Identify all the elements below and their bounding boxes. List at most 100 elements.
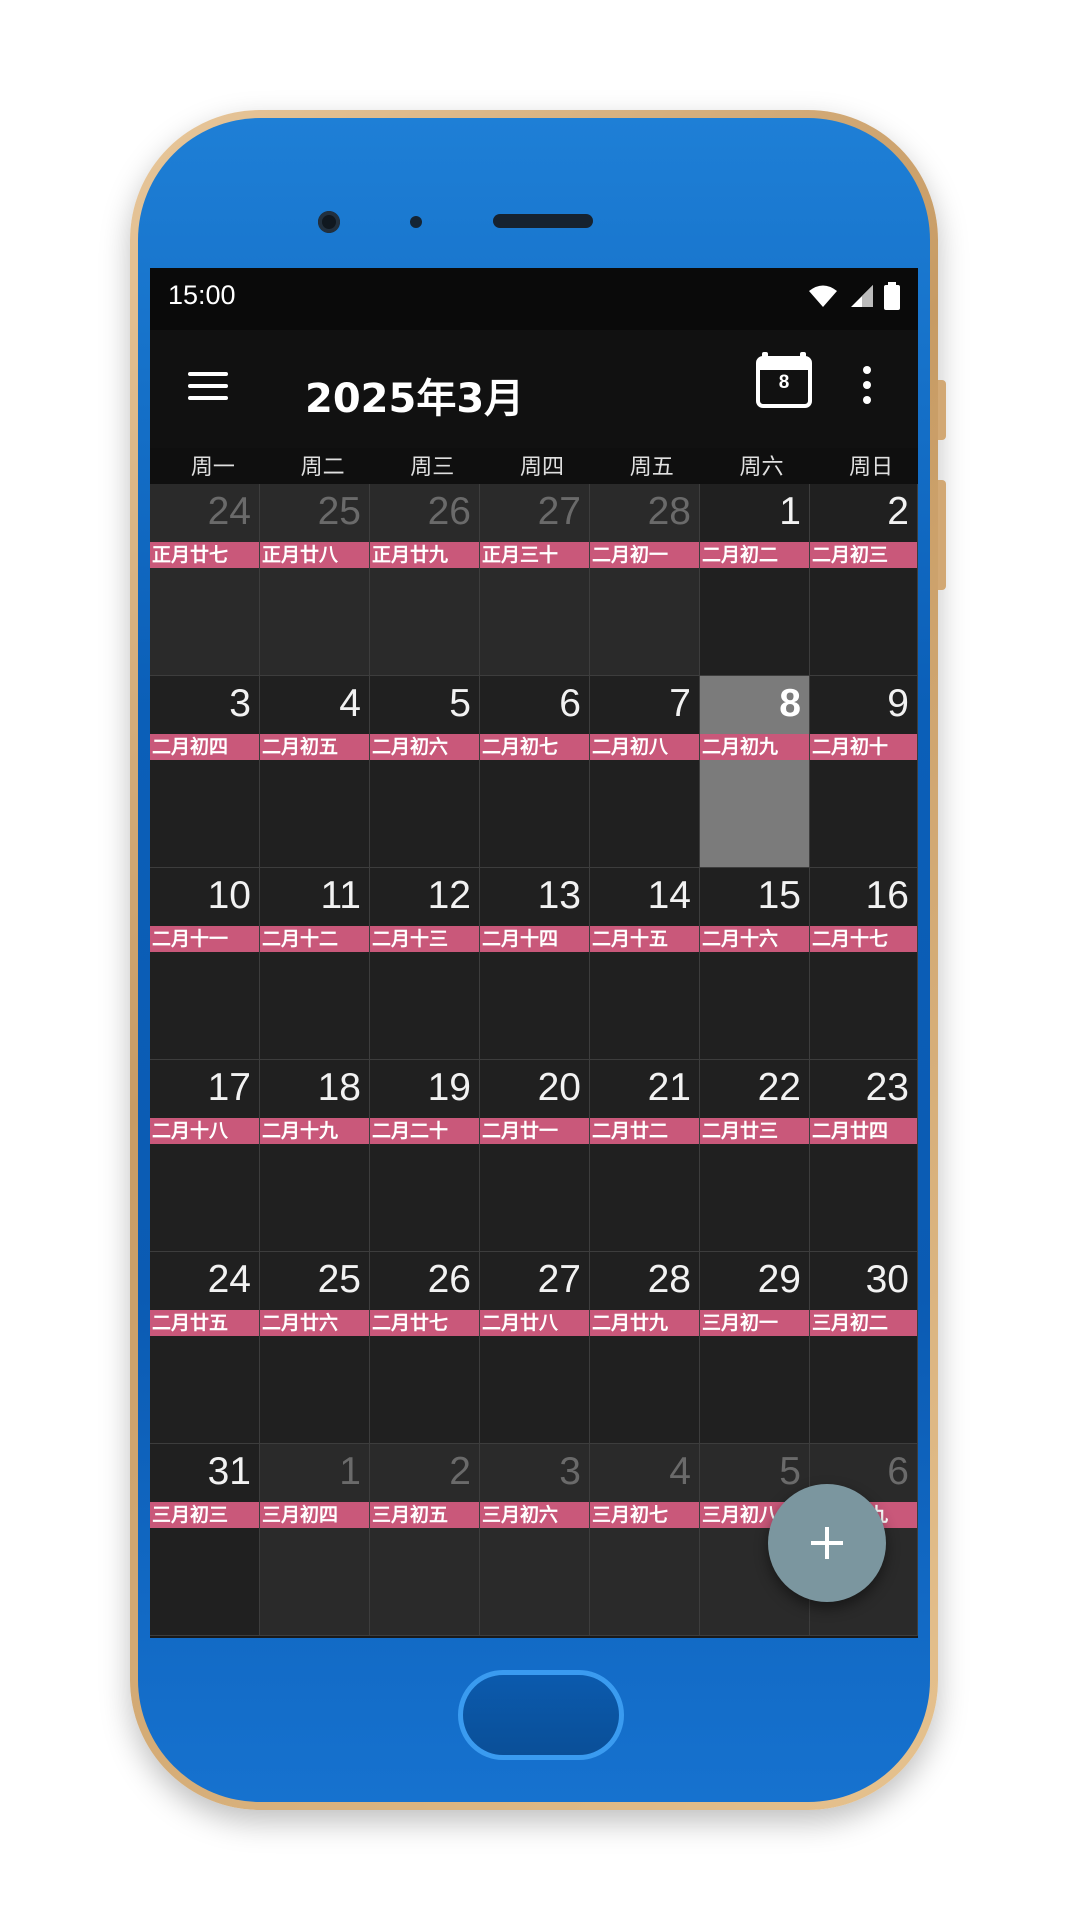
lunar-date-label: 二月十二: [260, 926, 369, 952]
day-cell[interactable]: 18 二月十九: [260, 1060, 370, 1252]
day-cell[interactable]: 11 二月十二: [260, 868, 370, 1060]
day-cell[interactable]: 24 二月廿五: [150, 1252, 260, 1444]
wifi-icon: [809, 285, 837, 307]
lunar-date-label: 二月十七: [810, 926, 917, 952]
day-cell[interactable]: 12 二月十三: [370, 868, 480, 1060]
day-number: 12: [427, 874, 471, 917]
day-cell[interactable]: 2 二月初三: [810, 484, 918, 676]
day-cell[interactable]: 31 三月初三: [150, 1444, 260, 1636]
battery-icon: [884, 282, 900, 310]
calendar-today-icon[interactable]: 8: [756, 352, 812, 408]
day-number: 5: [449, 682, 471, 725]
day-cell[interactable]: 2 三月初五: [370, 1444, 480, 1636]
day-cell-today[interactable]: 8 二月初九: [700, 676, 810, 868]
lunar-date-label: 二月初十: [810, 734, 917, 760]
day-cell[interactable]: 13 二月十四: [480, 868, 590, 1060]
menu-icon[interactable]: [188, 370, 228, 402]
day-cell[interactable]: 26 正月廿九: [370, 484, 480, 676]
lunar-date-label: 三月初二: [810, 1310, 917, 1336]
day-number: 26: [427, 1258, 471, 1301]
day-cell[interactable]: 26 二月廿七: [370, 1252, 480, 1444]
day-cell[interactable]: 15 二月十六: [700, 868, 810, 1060]
weekday-label: 周二: [300, 455, 345, 480]
day-cell[interactable]: 7 二月初八: [590, 676, 700, 868]
day-number: 4: [339, 682, 361, 725]
day-number: 1: [339, 1450, 361, 1493]
volume-button[interactable]: [938, 480, 946, 590]
day-number: 9: [887, 682, 909, 725]
lunar-date-label: 二月初六: [370, 734, 479, 760]
add-icon: [811, 1527, 843, 1559]
day-cell[interactable]: 28 二月廿九: [590, 1252, 700, 1444]
lunar-date-label: 二月初二: [700, 542, 809, 568]
day-cell[interactable]: 20 二月廿一: [480, 1060, 590, 1252]
day-number: 10: [207, 874, 251, 917]
weekday-header: 周一 周二 周三 周四 周五 周六 周日: [150, 448, 918, 484]
day-cell[interactable]: 1 三月初四: [260, 1444, 370, 1636]
day-number: 26: [427, 490, 471, 533]
day-number: 1: [779, 490, 801, 533]
day-cell[interactable]: 19 二月二十: [370, 1060, 480, 1252]
day-cell[interactable]: 27 正月三十: [480, 484, 590, 676]
day-cell[interactable]: 27 二月廿八: [480, 1252, 590, 1444]
lunar-date-label: 二月初五: [260, 734, 369, 760]
day-number: 8: [779, 682, 801, 725]
day-cell[interactable]: 21 二月廿二: [590, 1060, 700, 1252]
month-grid: 24 正月廿七 25 正月廿八 26 正月廿九 27 正月三十 28 二月初一 1 二月初二 2 二月初三…: [150, 484, 918, 1636]
day-cell[interactable]: 29 三月初一: [700, 1252, 810, 1444]
lunar-date-label: 三月初六: [480, 1502, 589, 1528]
status-icons: [808, 282, 900, 310]
status-time: 15:00: [168, 280, 236, 310]
lunar-date-label: 二月十五: [590, 926, 699, 952]
day-number: 25: [317, 490, 361, 533]
day-number: 5: [779, 1450, 801, 1493]
add-event-button[interactable]: [768, 1484, 886, 1602]
lunar-date-label: 二月十三: [370, 926, 479, 952]
day-cell[interactable]: 10 二月十一: [150, 868, 260, 1060]
lunar-date-label: 二月初一: [590, 542, 699, 568]
home-button[interactable]: [458, 1670, 624, 1760]
lunar-date-label: 二月廿三: [700, 1118, 809, 1144]
day-cell[interactable]: 9 二月初十: [810, 676, 918, 868]
lunar-date-label: 二月初七: [480, 734, 589, 760]
weekday-label: 周日: [849, 455, 894, 480]
day-number: 7: [669, 682, 691, 725]
weekday-label: 周五: [629, 455, 674, 480]
day-cell[interactable]: 4 二月初五: [260, 676, 370, 868]
more-vert-icon[interactable]: [860, 366, 874, 406]
day-number: 28: [647, 490, 691, 533]
power-button[interactable]: [938, 380, 946, 440]
day-cell[interactable]: 3 三月初六: [480, 1444, 590, 1636]
day-cell[interactable]: 28 二月初一: [590, 484, 700, 676]
lunar-date-label: 二月廿七: [370, 1310, 479, 1336]
day-cell[interactable]: 6 二月初七: [480, 676, 590, 868]
weekday-label: 周四: [520, 455, 565, 480]
lunar-date-label: 二月廿二: [590, 1118, 699, 1144]
day-cell[interactable]: 23 二月廿四: [810, 1060, 918, 1252]
day-cell[interactable]: 24 正月廿七: [150, 484, 260, 676]
day-number: 27: [537, 490, 581, 533]
day-cell[interactable]: 16 二月十七: [810, 868, 918, 1060]
day-cell[interactable]: 5 二月初六: [370, 676, 480, 868]
day-cell[interactable]: 30 三月初二: [810, 1252, 918, 1444]
day-cell[interactable]: 1 二月初二: [700, 484, 810, 676]
lunar-date-label: 二月十九: [260, 1118, 369, 1144]
proximity-sensor: [410, 216, 422, 228]
lunar-date-label: 正月廿九: [370, 542, 479, 568]
day-number: 14: [647, 874, 691, 917]
page-title: 2025年3月: [305, 376, 525, 422]
day-cell[interactable]: 14 二月十五: [590, 868, 700, 1060]
day-cell[interactable]: 25 正月廿八: [260, 484, 370, 676]
lunar-date-label: 三月初四: [260, 1502, 369, 1528]
app-screen: 15:00 2025年3月 8 周一 周二 周三 周四 周五 周六 周日 24 …: [150, 268, 918, 1638]
lunar-date-label: 二月初四: [150, 734, 259, 760]
day-cell[interactable]: 22 二月廿三: [700, 1060, 810, 1252]
day-number: 23: [865, 1066, 909, 1109]
day-cell[interactable]: 4 三月初七: [590, 1444, 700, 1636]
day-cell[interactable]: 25 二月廿六: [260, 1252, 370, 1444]
day-cell[interactable]: 17 二月十八: [150, 1060, 260, 1252]
app-bar: 2025年3月 8: [150, 330, 918, 448]
day-cell[interactable]: 3 二月初四: [150, 676, 260, 868]
day-number: 15: [757, 874, 801, 917]
day-number: 2: [449, 1450, 471, 1493]
